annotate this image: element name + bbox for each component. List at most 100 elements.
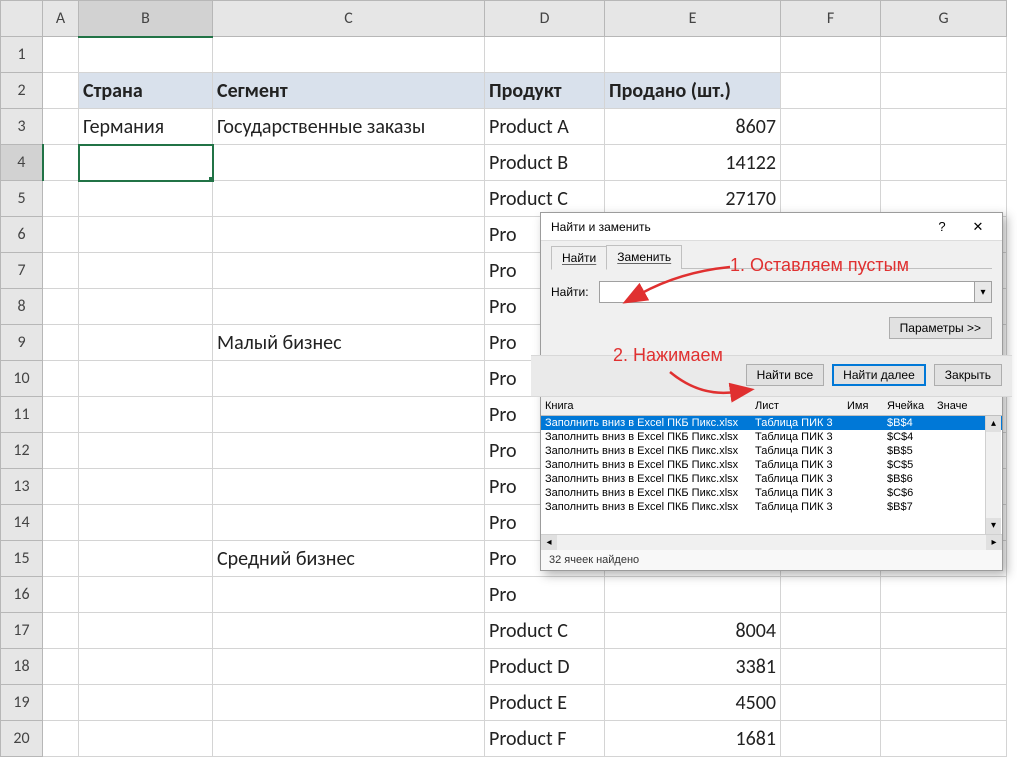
scroll-right-icon[interactable]: ▸	[986, 535, 1002, 550]
row-header-11[interactable]: 11	[1, 397, 43, 433]
cell-C20[interactable]	[213, 721, 485, 757]
cell-F17[interactable]	[781, 613, 881, 649]
close-icon[interactable]: ✕	[960, 215, 996, 239]
dialog-titlebar[interactable]: Найти и заменить ? ✕	[541, 213, 1002, 241]
cell-A9[interactable]	[43, 325, 79, 361]
cell-E3[interactable]: 8607	[605, 109, 781, 145]
cell-C9[interactable]: Малый бизнес	[213, 325, 485, 361]
cell-A18[interactable]	[43, 649, 79, 685]
cell-B3[interactable]: Германия	[79, 109, 213, 145]
row-header-12[interactable]: 12	[1, 433, 43, 469]
cell-G18[interactable]	[881, 649, 1007, 685]
cell-B11[interactable]	[79, 397, 213, 433]
cell-F3[interactable]	[781, 109, 881, 145]
row-header-4[interactable]: 4	[1, 145, 43, 181]
cell-D20[interactable]: Product F	[485, 721, 605, 757]
cell-A15[interactable]	[43, 541, 79, 577]
cell-B18[interactable]	[79, 649, 213, 685]
cell-A3[interactable]	[43, 109, 79, 145]
cell-D1[interactable]	[485, 37, 605, 73]
row-header-9[interactable]: 9	[1, 325, 43, 361]
cell-G19[interactable]	[881, 685, 1007, 721]
row-header-6[interactable]: 6	[1, 217, 43, 253]
cell-E17[interactable]: 8004	[605, 613, 781, 649]
cell-C17[interactable]	[213, 613, 485, 649]
col-header-G[interactable]: G	[881, 1, 1007, 37]
results-vscrollbar[interactable]: ▴ ▾	[985, 416, 1001, 534]
result-row[interactable]: Заполнить вниз в Excel ПКБ Пикс.xlsx Таб…	[541, 458, 1002, 472]
cell-F1[interactable]	[781, 37, 881, 73]
row-header-15[interactable]: 15	[1, 541, 43, 577]
cell-G1[interactable]	[881, 37, 1007, 73]
cell-E19[interactable]: 4500	[605, 685, 781, 721]
col-sheet[interactable]: Лист	[755, 400, 847, 412]
result-row[interactable]: Заполнить вниз в Excel ПКБ Пикс.xlsx Таб…	[541, 444, 1002, 458]
find-next-button[interactable]: Найти далее	[832, 364, 926, 386]
cell-E4[interactable]: 14122	[605, 145, 781, 181]
cell-C13[interactable]	[213, 469, 485, 505]
cell-A11[interactable]	[43, 397, 79, 433]
cell-C10[interactable]	[213, 361, 485, 397]
cell-G4[interactable]	[881, 145, 1007, 181]
row-header-5[interactable]: 5	[1, 181, 43, 217]
cell-B2[interactable]: Страна	[79, 73, 213, 109]
cell-F16[interactable]	[781, 577, 881, 613]
close-button[interactable]: Закрыть	[934, 364, 1002, 386]
col-header-A[interactable]: A	[43, 1, 79, 37]
scroll-down-icon[interactable]: ▾	[986, 518, 1001, 534]
cell-G20[interactable]	[881, 721, 1007, 757]
scroll-left-icon[interactable]: ◂	[541, 535, 557, 550]
cell-B6[interactable]	[79, 217, 213, 253]
row-header-18[interactable]: 18	[1, 649, 43, 685]
result-row[interactable]: Заполнить вниз в Excel ПКБ Пикс.xlsx Таб…	[541, 500, 1002, 514]
result-row[interactable]: Заполнить вниз в Excel ПКБ Пикс.xlsx Таб…	[541, 486, 1002, 500]
row-header-2[interactable]: 2	[1, 73, 43, 109]
select-all-corner[interactable]	[1, 1, 43, 37]
col-book[interactable]: Книга	[545, 400, 755, 412]
cell-C6[interactable]	[213, 217, 485, 253]
cell-D17[interactable]: Product C	[485, 613, 605, 649]
row-header-13[interactable]: 13	[1, 469, 43, 505]
cell-C14[interactable]	[213, 505, 485, 541]
cell-A5[interactable]	[43, 181, 79, 217]
row-header-1[interactable]: 1	[1, 37, 43, 73]
cell-G3[interactable]	[881, 109, 1007, 145]
cell-B15[interactable]	[79, 541, 213, 577]
cell-A16[interactable]	[43, 577, 79, 613]
cell-C12[interactable]	[213, 433, 485, 469]
tab-replace[interactable]: Заменить	[606, 245, 682, 269]
cell-B19[interactable]	[79, 685, 213, 721]
cell-A17[interactable]	[43, 613, 79, 649]
result-row[interactable]: Заполнить вниз в Excel ПКБ Пикс.xlsx Таб…	[541, 416, 1002, 430]
cell-B9[interactable]	[79, 325, 213, 361]
row-header-17[interactable]: 17	[1, 613, 43, 649]
row-header-20[interactable]: 20	[1, 721, 43, 757]
find-all-button[interactable]: Найти все	[746, 364, 825, 386]
cell-B20[interactable]	[79, 721, 213, 757]
cell-B10[interactable]	[79, 361, 213, 397]
cell-A14[interactable]	[43, 505, 79, 541]
cell-C11[interactable]	[213, 397, 485, 433]
cell-C5[interactable]	[213, 181, 485, 217]
cell-A8[interactable]	[43, 289, 79, 325]
col-cell[interactable]: Ячейка	[887, 400, 937, 412]
cell-D2[interactable]: Продукт	[485, 73, 605, 109]
cell-G2[interactable]	[881, 73, 1007, 109]
cell-F4[interactable]	[781, 145, 881, 181]
cell-A19[interactable]	[43, 685, 79, 721]
cell-A20[interactable]	[43, 721, 79, 757]
cell-A4[interactable]	[43, 145, 79, 181]
cell-B1[interactable]	[79, 37, 213, 73]
cell-A7[interactable]	[43, 253, 79, 289]
cell-D4[interactable]: Product B	[485, 145, 605, 181]
tab-find[interactable]: Найти	[551, 246, 607, 270]
cell-C8[interactable]	[213, 289, 485, 325]
cell-D18[interactable]: Product D	[485, 649, 605, 685]
cell-C4[interactable]	[213, 145, 485, 181]
col-name[interactable]: Имя	[847, 400, 887, 412]
row-header-8[interactable]: 8	[1, 289, 43, 325]
cell-A6[interactable]	[43, 217, 79, 253]
cell-A1[interactable]	[43, 37, 79, 73]
cell-F2[interactable]	[781, 73, 881, 109]
cell-B12[interactable]	[79, 433, 213, 469]
